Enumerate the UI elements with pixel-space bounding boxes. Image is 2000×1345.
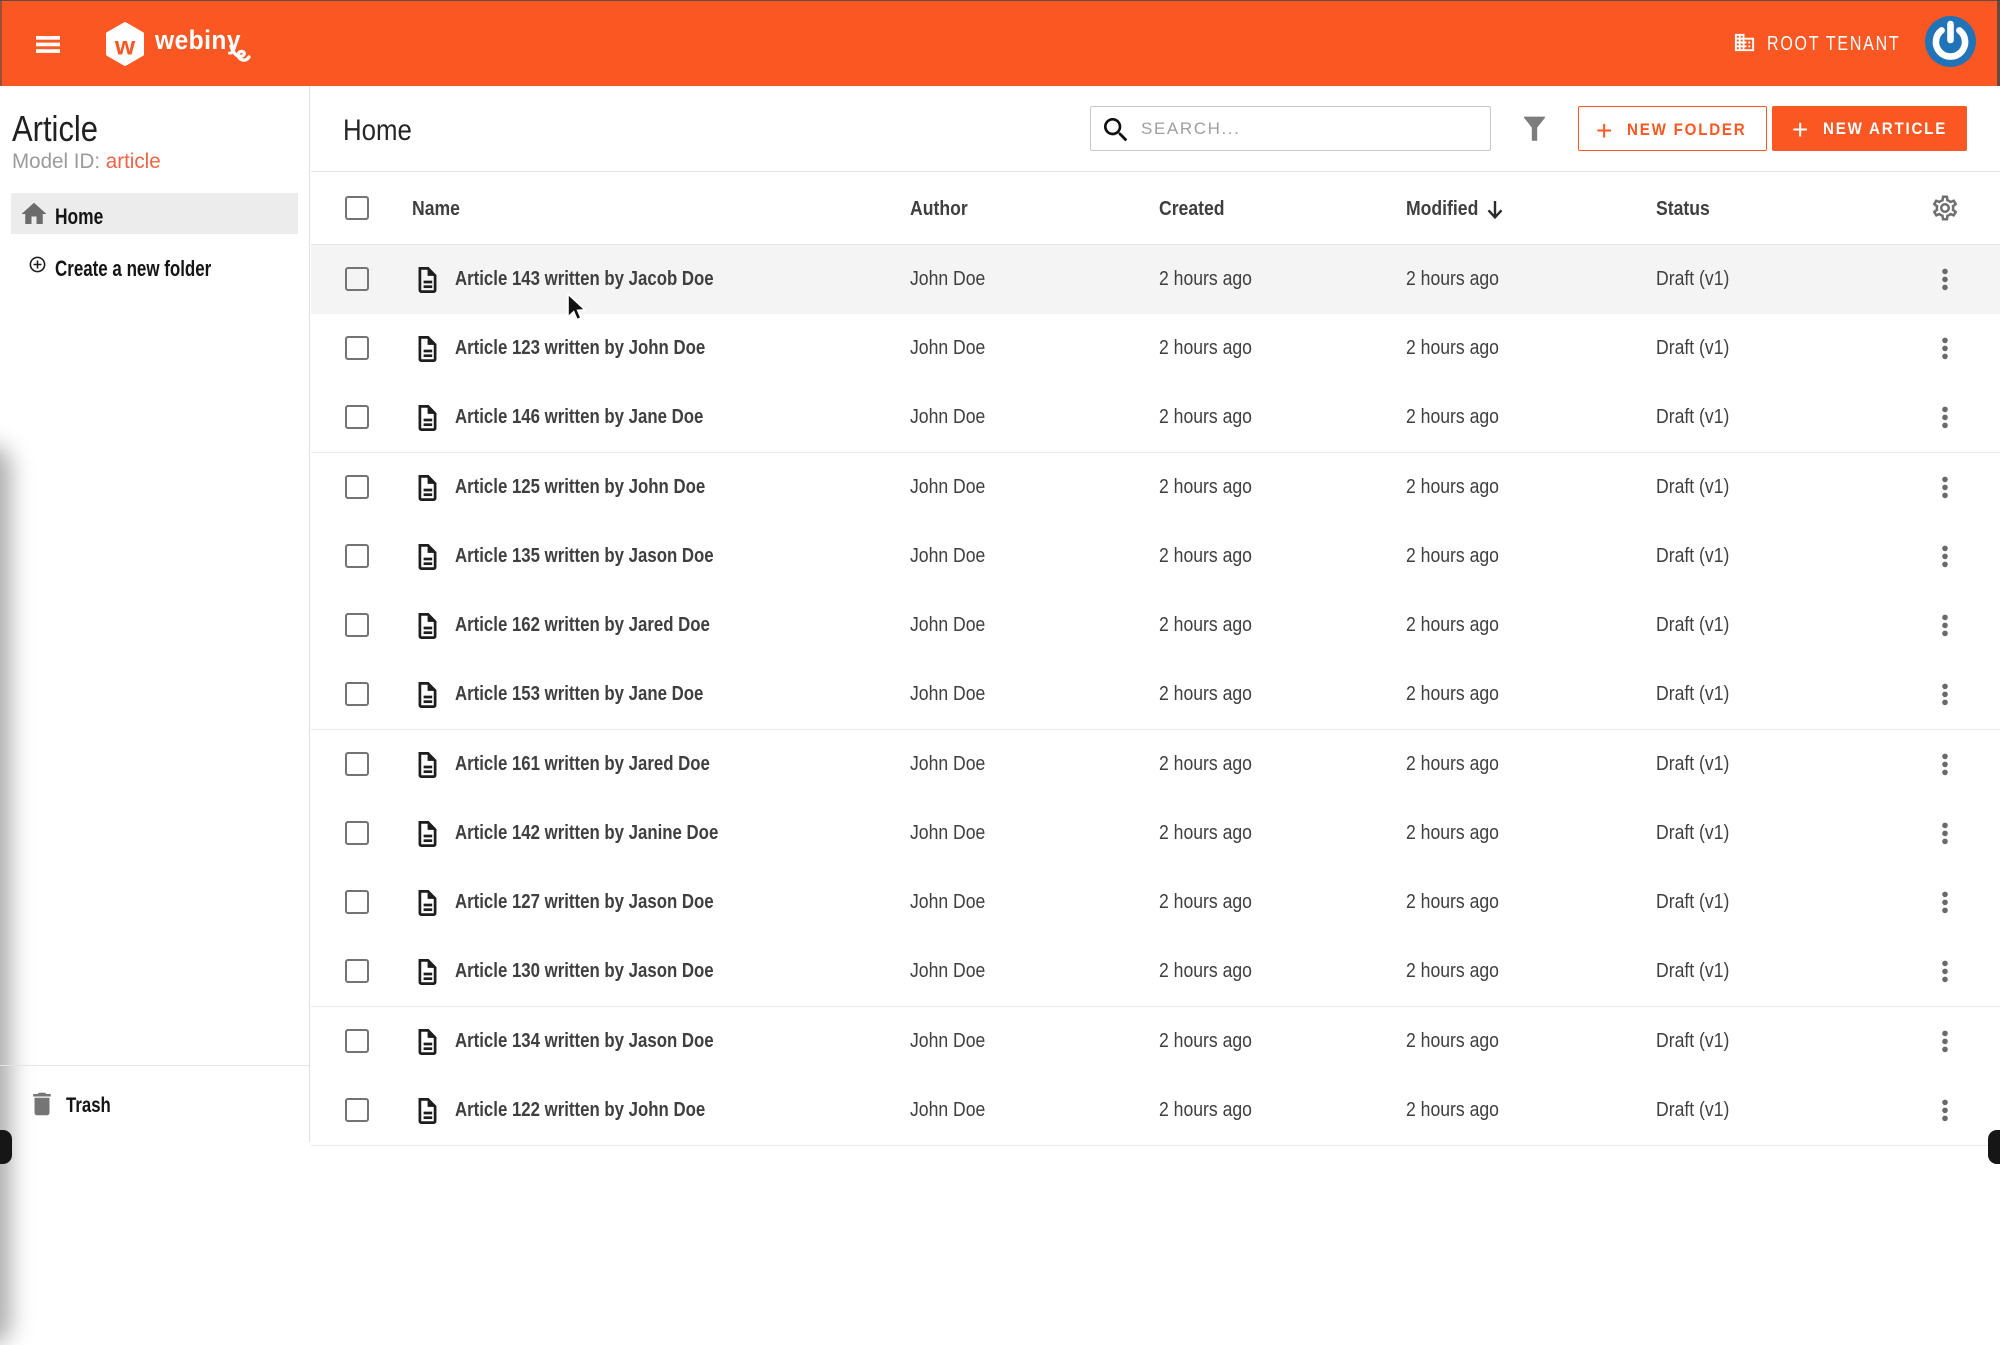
svg-text:w: w xyxy=(114,31,136,61)
